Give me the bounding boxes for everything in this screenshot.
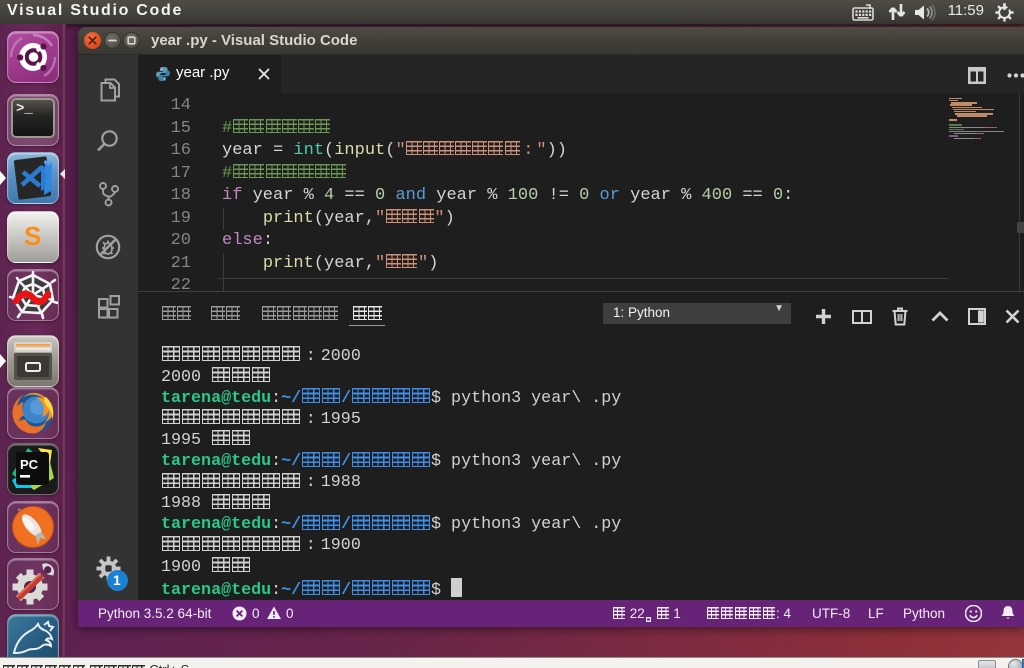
svg-text:PC: PC xyxy=(20,457,39,472)
